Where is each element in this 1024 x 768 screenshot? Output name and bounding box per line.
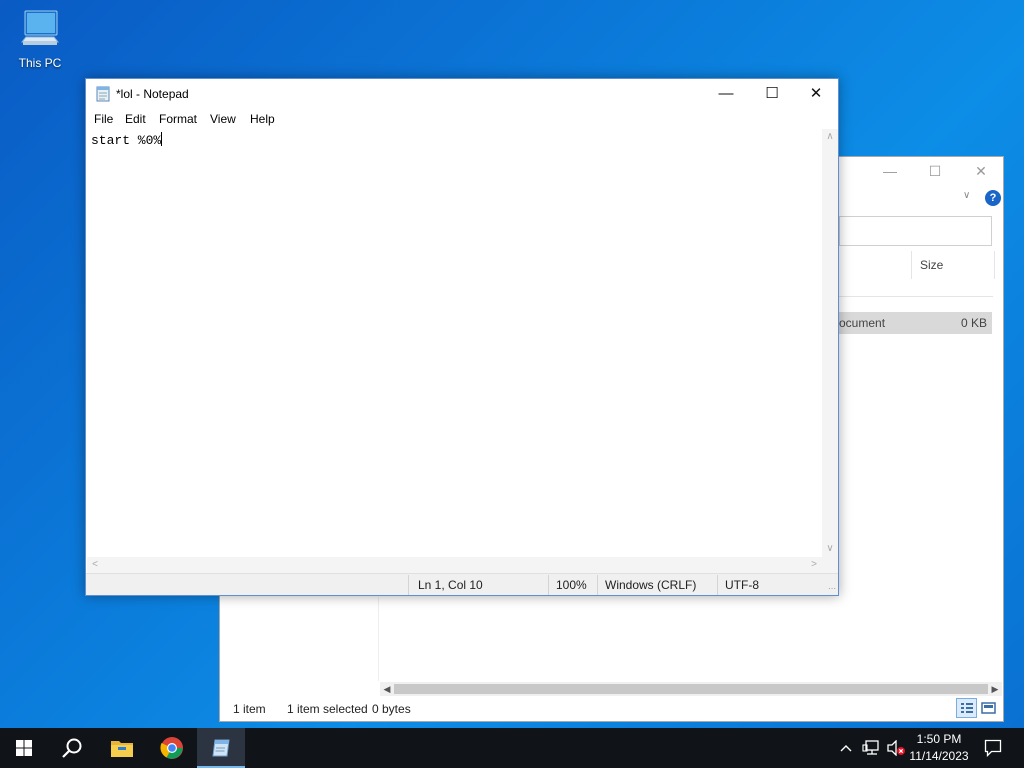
close-button[interactable]: ✕ <box>793 79 839 109</box>
status-separator <box>408 575 409 595</box>
scroll-left-icon[interactable]: < <box>87 557 103 573</box>
notepad-title-bar[interactable]: *lol - Notepad — ☐ ✕ <box>86 79 838 109</box>
menu-edit[interactable]: Edit <box>125 112 146 126</box>
chrome-icon <box>160 737 183 759</box>
scrollbar-corner <box>822 557 838 573</box>
nav-pane-divider <box>378 597 379 681</box>
scroll-up-icon[interactable]: ∧ <box>822 129 838 145</box>
scroll-down-icon[interactable]: ∨ <box>822 541 838 557</box>
item-count: 1 item <box>233 702 266 716</box>
window-title: *lol - Notepad <box>116 87 189 101</box>
encoding: UTF-8 <box>725 578 759 592</box>
cursor-position: Ln 1, Col 10 <box>418 578 483 592</box>
network-button[interactable] <box>860 728 882 768</box>
details-view-icon <box>961 703 973 713</box>
explorer-search-input[interactable] <box>839 216 992 246</box>
explorer-close-button[interactable]: ✕ <box>958 157 1004 185</box>
desktop-icon-this-pc[interactable]: This PC <box>10 8 70 74</box>
scroll-left-icon[interactable]: ◀ <box>380 682 394 696</box>
taskbar: 1:50 PM 11/14/2023 <box>0 728 1024 768</box>
large-icons-view-button[interactable] <box>978 698 999 718</box>
explorer-horizontal-scrollbar[interactable]: ◀ ▶ <box>380 682 1002 696</box>
status-separator <box>717 575 718 595</box>
large-icons-view-icon <box>981 702 996 714</box>
search-icon <box>62 738 82 758</box>
action-center-button[interactable] <box>978 728 1008 768</box>
scrollbar-thumb[interactable] <box>394 684 988 694</box>
show-hidden-icons-button[interactable] <box>836 728 856 768</box>
text-caret <box>161 132 163 146</box>
notepad-status-bar: Ln 1, Col 10 100% Windows (CRLF) UTF-8 ⋯ <box>86 573 838 595</box>
header-divider <box>839 296 993 297</box>
status-separator <box>548 575 549 595</box>
column-divider <box>911 251 912 279</box>
zoom-level: 100% <box>556 578 587 592</box>
details-view-button[interactable] <box>956 698 977 718</box>
clock-time: 1:50 PM <box>916 732 962 746</box>
column-header-size[interactable]: Size <box>920 258 943 272</box>
explorer-maximize-button[interactable]: ☐ <box>912 157 958 185</box>
menu-help[interactable]: Help <box>250 112 275 126</box>
text-editor-area[interactable]: start %0% <box>87 129 822 557</box>
network-icon <box>862 740 879 755</box>
selection-size: 0 bytes <box>372 702 411 716</box>
editor-text: start %0% <box>91 133 162 148</box>
search-button[interactable] <box>48 728 96 768</box>
taskbar-clock[interactable]: 1:50 PM 11/14/2023 <box>906 731 972 765</box>
notepad-window[interactable]: *lol - Notepad — ☐ ✕ File Edit Format Vi… <box>85 78 839 596</box>
line-ending: Windows (CRLF) <box>605 578 697 592</box>
clock-date: 11/14/2023 <box>909 749 969 763</box>
status-separator <box>597 575 598 595</box>
menu-file[interactable]: File <box>94 112 113 126</box>
ribbon-expand-chevron-icon[interactable]: ∨ <box>963 190 970 201</box>
vertical-scrollbar[interactable]: ∧ ∨ <box>822 129 838 557</box>
notepad-taskbar-button[interactable] <box>197 728 245 768</box>
scroll-right-icon[interactable]: ▶ <box>988 682 1002 696</box>
minimize-button[interactable]: — <box>703 79 749 109</box>
help-icon[interactable]: ? <box>985 190 1001 206</box>
notifications-icon <box>984 739 1002 757</box>
chevron-up-icon <box>840 745 852 752</box>
horizontal-scrollbar[interactable]: < > <box>87 557 822 573</box>
maximize-button[interactable]: ☐ <box>749 79 795 109</box>
notepad-icon <box>212 739 230 757</box>
file-list-row[interactable]: ocument 0 KB <box>839 312 992 334</box>
file-explorer-taskbar-button[interactable] <box>98 728 146 768</box>
desktop-icon-label: This PC <box>18 56 62 70</box>
scroll-right-icon[interactable]: > <box>806 557 822 573</box>
volume-muted-icon <box>887 740 905 756</box>
resize-grip-icon[interactable]: ⋯ <box>828 584 836 593</box>
file-explorer-icon <box>111 741 133 757</box>
volume-button[interactable] <box>884 728 908 768</box>
menu-format[interactable]: Format <box>159 112 197 126</box>
file-type-cell: ocument <box>839 316 886 330</box>
column-divider <box>994 251 995 279</box>
chrome-taskbar-button[interactable] <box>148 728 196 768</box>
windows-start-icon <box>16 740 32 756</box>
explorer-status-bar: 1 item 1 item selected 0 bytes <box>220 697 1003 721</box>
notepad-icon <box>96 86 110 102</box>
explorer-minimize-button[interactable]: — <box>867 157 913 185</box>
selection-info: 1 item selected <box>287 702 368 716</box>
start-button[interactable] <box>0 728 48 768</box>
file-size-cell: 0 KB <box>960 316 987 330</box>
menu-bar: File Edit Format View Help <box>86 109 838 129</box>
menu-view[interactable]: View <box>210 112 236 126</box>
computer-icon <box>20 10 60 45</box>
